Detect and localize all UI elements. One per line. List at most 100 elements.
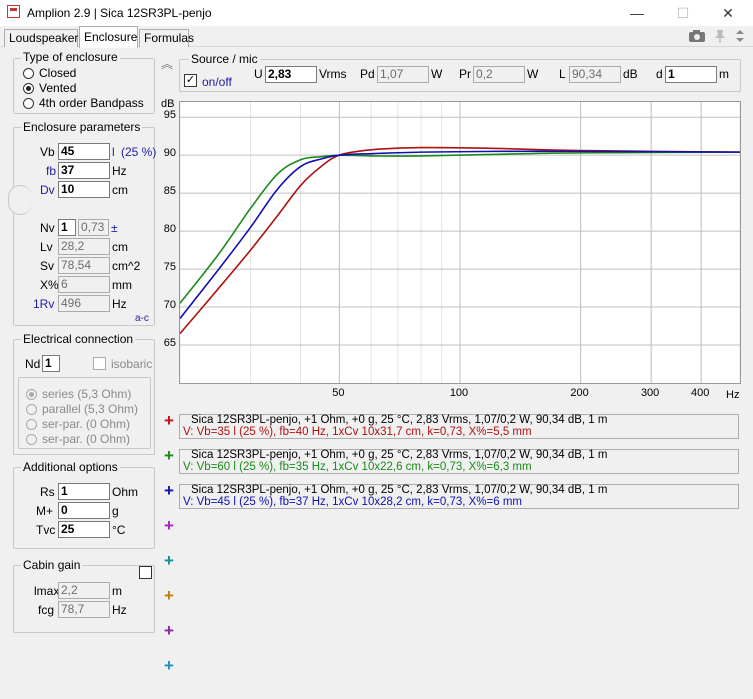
tab-formulas[interactable]: Formulas [139, 29, 194, 47]
tab-loudspeaker[interactable]: Loudspeaker [4, 29, 78, 47]
add-curve-button[interactable]: + [162, 657, 176, 674]
tab-enclosure[interactable]: Enclosure [79, 26, 138, 48]
lmax-label: lmax [34, 584, 60, 598]
x-tick-label: 300 [640, 387, 660, 399]
curve-row-3[interactable]: Sica 12SR3PL-penjo, +1 Ohm, +0 g, 25 °C,… [179, 484, 739, 509]
minimize-button[interactable]: — [614, 0, 660, 26]
ac-link[interactable]: a-c [135, 313, 149, 324]
add-curve-button[interactable]: + [162, 552, 176, 569]
y-tick-label: 80 [163, 223, 176, 236]
maximize-button[interactable]: ☐ [660, 0, 706, 26]
radio-bandpass-label: 4th order Bandpass [39, 96, 144, 110]
x-tick-labels: 50 100 200 300 400 [179, 387, 741, 401]
curve-row-2[interactable]: Sica 12SR3PL-penjo, +1 Ohm, +0 g, 25 °C,… [179, 449, 739, 474]
curve-row-3-enclosure: V: Vb=45 l (25 %), fb=37 Hz, 1xCv 10x28,… [183, 496, 522, 508]
pr-unit: W [527, 67, 539, 81]
radio-closed[interactable] [23, 68, 34, 79]
isobaric-label: isobaric [111, 357, 153, 371]
collapse-icon[interactable]: ︽ [161, 55, 173, 72]
y-tick-label: 90 [163, 147, 176, 160]
add-curve-buttons: + + + + + + + + [162, 412, 178, 682]
cabin-checkbox[interactable] [139, 566, 152, 579]
k-toggle[interactable]: ± [111, 221, 118, 236]
fcg-unit: Hz [112, 603, 127, 617]
curve-row-1[interactable]: Sica 12SR3PL-penjo, +1 Ohm, +0 g, 25 °C,… [179, 414, 739, 439]
radio-serpar-1-label: ser-par. (0 Ohm) [42, 417, 131, 431]
add-curve-button[interactable]: + [162, 447, 176, 464]
electrical-title: Electrical connection [21, 332, 136, 346]
y-tick-label: 65 [163, 337, 176, 350]
vb-percent: (25 %) [121, 145, 157, 159]
radio-bandpass[interactable] [23, 98, 34, 109]
rs-field[interactable]: 1 [58, 483, 110, 500]
onoff-label: on/off [202, 75, 232, 89]
radio-serpar-1[interactable] [26, 419, 37, 430]
pr-label: Pr [459, 67, 471, 81]
xp-field: 6 [58, 276, 110, 293]
u-field[interactable]: 2,83 [265, 66, 317, 83]
sv-label: Sv [40, 259, 55, 273]
k-field: 0,73 [78, 219, 109, 236]
pd-label: Pd [360, 67, 375, 81]
mass-label: M+ [36, 504, 54, 518]
radio-parallel[interactable] [26, 404, 37, 415]
knob-widget[interactable] [8, 185, 32, 215]
nv-field[interactable]: 1 [58, 219, 76, 236]
lv-label: Lv [40, 240, 53, 254]
radio-series[interactable] [26, 389, 37, 400]
lv-field: 28,2 [58, 238, 110, 255]
rs-label: Rs [40, 485, 55, 499]
add-curve-button[interactable]: + [162, 622, 176, 639]
radio-series-label: series (5,3 Ohm) [42, 387, 132, 401]
nd-field[interactable]: 1 [42, 355, 60, 372]
add-curve-button[interactable]: + [162, 517, 176, 534]
dv-field[interactable]: 10 [58, 181, 110, 198]
sv-field: 78,54 [58, 257, 110, 274]
radio-serpar-2[interactable] [26, 434, 37, 445]
tvc-field[interactable]: 25 [58, 521, 110, 538]
scroll-arrows-icon[interactable] [735, 29, 745, 43]
mass-field[interactable]: 0 [58, 502, 110, 519]
vb-unit: l [112, 145, 115, 159]
l-field: 90,34 [569, 66, 621, 83]
pr-field: 0,2 [473, 66, 525, 83]
enclosure-params-title: Enclosure parameters [21, 120, 143, 134]
vb-label: Vb [40, 145, 55, 159]
x-tick-label: 200 [570, 387, 589, 399]
additional-title: Additional options [21, 460, 120, 474]
nd-label: Nd [25, 357, 41, 371]
pd-field: 1,07 [377, 66, 429, 83]
curve-row-1-enclosure: V: Vb=35 l (25 %), fb=40 Hz, 1xCv 10x31,… [183, 426, 532, 438]
rv-label: 1Rv [33, 297, 55, 311]
fb-field[interactable]: 37 [58, 162, 110, 179]
y-tick-label: 95 [163, 109, 176, 122]
radio-vented[interactable] [23, 83, 34, 94]
add-curve-button[interactable]: + [162, 412, 176, 429]
fcg-label: fcg [38, 603, 55, 617]
add-curve-button[interactable]: + [162, 482, 176, 499]
pin-icon[interactable] [713, 29, 727, 43]
lmax-unit: m [112, 584, 122, 598]
cabin-group [13, 565, 155, 633]
l-label: L [559, 67, 566, 81]
window-title: Amplion 2.9 | Sica 12SR3PL-penjo [27, 6, 212, 20]
camera-icon[interactable] [688, 29, 706, 43]
dv-unit: cm [112, 183, 128, 197]
frequency-response-plot[interactable] [179, 101, 741, 384]
sv-unit: cm^2 [112, 259, 141, 273]
vb-field[interactable]: 45 [58, 143, 110, 160]
rs-unit: Ohm [112, 485, 139, 499]
xp-unit: mm [112, 278, 132, 292]
x-tick-label: 400 [690, 387, 710, 399]
close-button[interactable]: ✕ [705, 0, 751, 26]
u-label: U [254, 67, 263, 81]
onoff-checkbox[interactable]: ✓ [184, 74, 197, 87]
y-tick-label: 70 [163, 299, 176, 312]
add-curve-button[interactable]: + [162, 587, 176, 604]
fb-unit: Hz [112, 164, 127, 178]
title-bar: Amplion 2.9 | Sica 12SR3PL-penjo — ☐ ✕ [0, 0, 753, 26]
d-field[interactable]: 1 [665, 66, 717, 83]
source-title: Source / mic [189, 52, 260, 66]
isobaric-checkbox[interactable] [93, 357, 106, 370]
d-label: d [656, 67, 663, 81]
